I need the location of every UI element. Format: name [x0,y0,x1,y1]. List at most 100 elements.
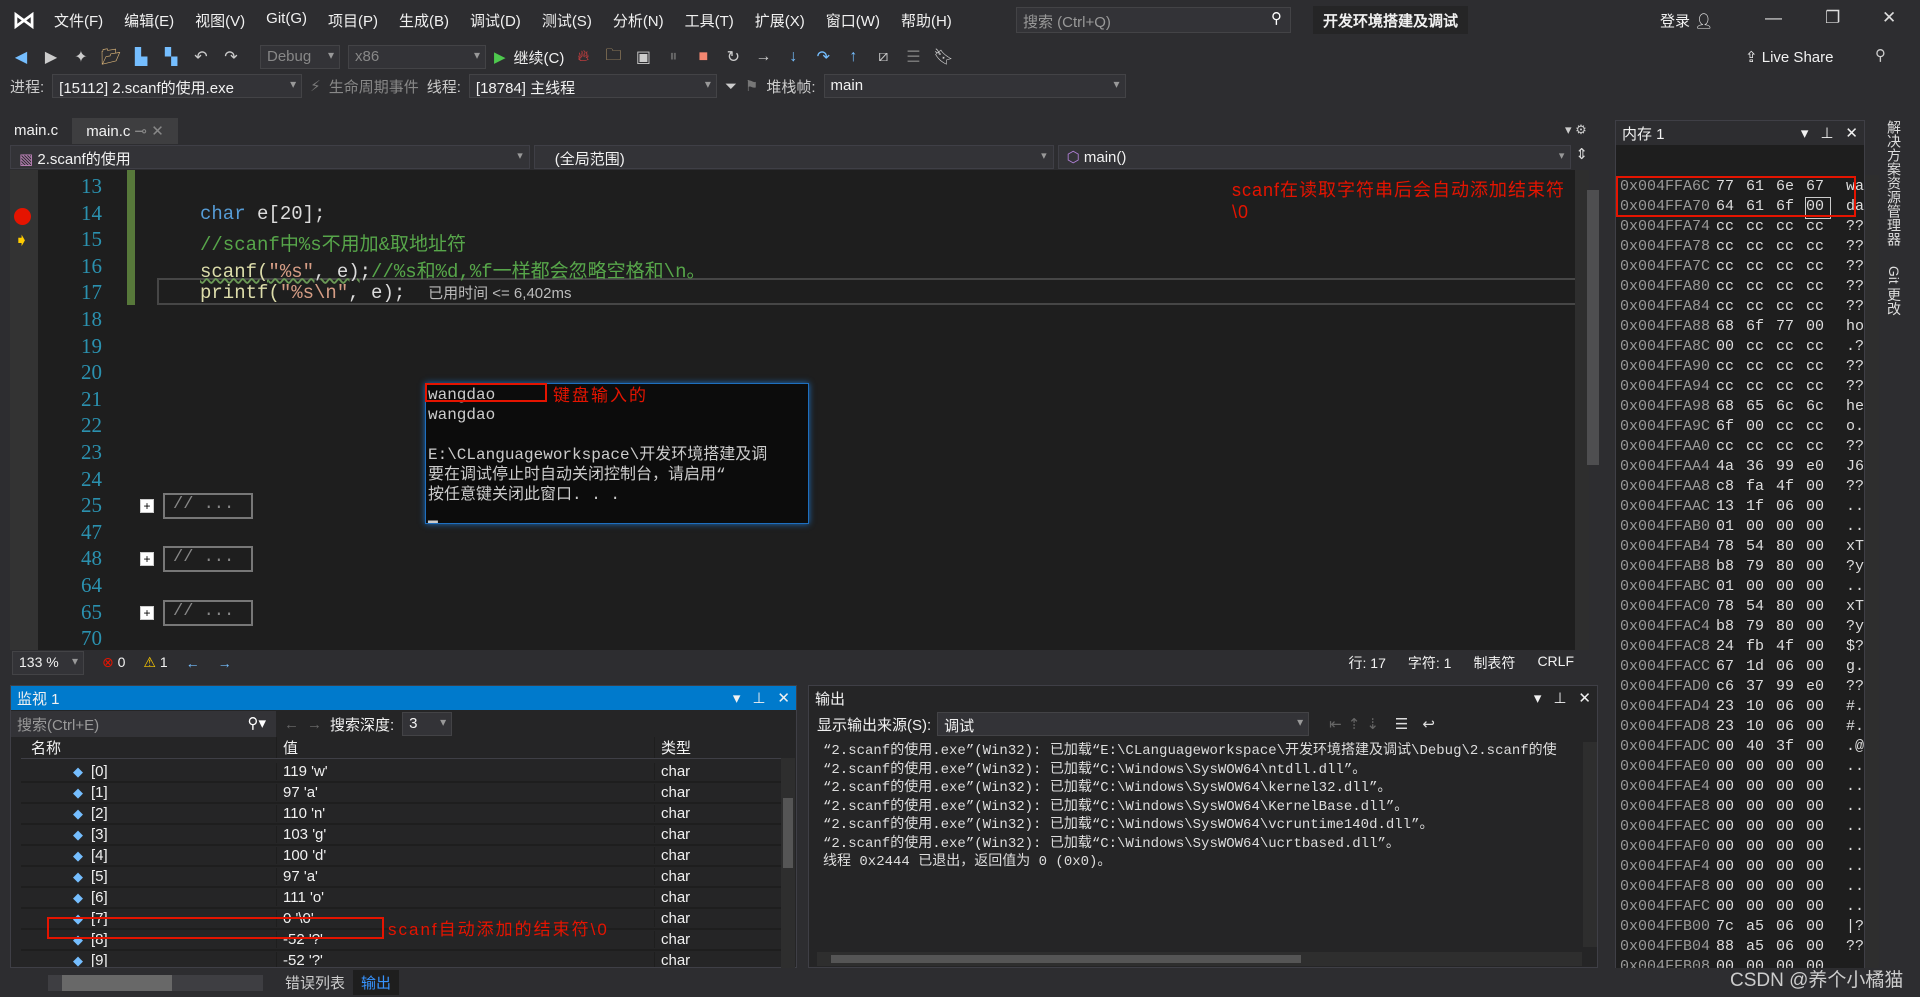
search-depth-select[interactable]: 3 [402,712,453,736]
memory-byte[interactable]: 10 [1746,698,1770,718]
project-dropdown[interactable]: ▧ 2.scanf的使用 [10,145,530,169]
memory-byte[interactable]: 00 [1716,878,1740,898]
show-next-statement-icon[interactable]: → [752,48,774,66]
line-ending[interactable]: CRLF [1537,653,1574,673]
watch-scroll-thumb[interactable] [783,798,793,868]
error-list-tab[interactable]: 错误列表 [277,970,353,995]
memory-byte[interactable]: 00 [1776,578,1800,598]
comment-icon[interactable]: ☰ [902,47,924,67]
memory-byte[interactable]: cc [1746,258,1770,278]
memory-byte[interactable]: cc [1716,258,1740,278]
stop-icon[interactable]: ■ [692,48,714,66]
memory-byte[interactable]: 00 [1776,518,1800,538]
memory-byte[interactable]: 00 [1746,518,1770,538]
watch-row[interactable]: ◆ [5] 97 'a' char [21,867,781,888]
flag-icon[interactable]: ⚑ [745,77,758,95]
memory-byte[interactable]: cc [1776,418,1800,438]
split-icon[interactable]: ⇕ [1575,145,1588,169]
collapsed-region[interactable]: // ... [163,546,253,573]
memory-byte[interactable]: 00 [1716,818,1740,838]
menu-item[interactable]: 生成(B) [399,10,449,31]
memory-byte[interactable]: 7c [1716,918,1740,938]
memory-byte[interactable]: 4f [1776,478,1800,498]
menu-item[interactable]: 调试(D) [470,10,521,31]
memory-byte[interactable]: 54 [1746,598,1770,618]
memory-byte[interactable]: cc [1776,298,1800,318]
git-changes-tab[interactable]: Git 更改 [1886,266,1902,316]
column-name[interactable]: 名称 [21,737,276,758]
memory-byte[interactable]: 68 [1716,398,1740,418]
memory-byte[interactable]: 00 [1716,858,1740,878]
memory-byte[interactable]: cc [1716,438,1740,458]
memory-byte[interactable]: 00 [1716,738,1740,758]
memory-byte[interactable]: cc [1806,298,1830,318]
tab-main-c[interactable]: main.c ⊸ ✕ [72,118,178,144]
memory-byte[interactable]: 00 [1806,718,1830,738]
find-in-files-icon[interactable]: 🗀 [602,44,624,71]
memory-byte[interactable]: 00 [1806,878,1830,898]
bookmark-icon[interactable]: 🔖︎ [932,47,954,67]
watch-row[interactable]: ◆ [4] 100 'd' char [21,846,781,867]
editor-scroll-thumb[interactable] [1587,190,1599,465]
expand-icon[interactable]: + [140,552,154,567]
close-icon[interactable]: ✕ [777,689,790,707]
memory-byte[interactable]: cc [1776,218,1800,238]
close-icon[interactable]: ✕ [1578,689,1591,707]
menu-item[interactable]: 分析(N) [613,10,664,31]
memory-byte[interactable]: 3f [1776,738,1800,758]
memory-byte[interactable]: 00 [1776,878,1800,898]
step-out-icon[interactable]: ↑ [842,48,864,66]
memory-byte[interactable]: 00 [1716,798,1740,818]
memory-byte[interactable]: 00 [1806,538,1830,558]
new-project-icon[interactable]: ✦ [70,47,92,67]
watch-scrollbar[interactable] [781,758,795,968]
zoom-select[interactable]: 133 % [12,650,84,675]
close-tab-icon[interactable]: ✕ [151,123,164,140]
memory-byte[interactable]: 00 [1806,578,1830,598]
next-issue-icon[interactable]: → [218,655,232,671]
memory-byte[interactable]: cc [1746,438,1770,458]
undo-icon[interactable]: ↶ [190,47,212,67]
platform-select[interactable]: x86 [348,45,486,69]
minimize-button[interactable]: — [1765,8,1782,28]
output-tab[interactable]: 输出 [353,970,400,995]
login-button[interactable]: 登录 👤︎ [1660,10,1713,31]
live-share-button[interactable]: ⇪ Live Share [1745,48,1833,66]
memory-byte[interactable]: 00 [1776,898,1800,918]
menu-item[interactable]: 测试(S) [542,10,592,31]
memory-byte[interactable]: 00 [1716,338,1740,358]
search-forward-icon[interactable]: → [307,716,322,733]
memory-byte[interactable]: 67 [1716,658,1740,678]
memory-byte[interactable]: 00 [1806,698,1830,718]
word-wrap-icon[interactable]: ↩ [1422,715,1435,733]
redo-icon[interactable]: ↷ [220,47,242,67]
memory-byte[interactable]: 00 [1806,658,1830,678]
memory-byte[interactable]: 65 [1746,398,1770,418]
memory-byte[interactable]: 00 [1806,778,1830,798]
memory-byte[interactable]: 06 [1776,918,1800,938]
memory-byte[interactable]: b8 [1716,558,1740,578]
memory-byte[interactable]: 00 [1806,598,1830,618]
memory-byte[interactable]: 00 [1806,618,1830,638]
memory-byte[interactable]: cc [1806,338,1830,358]
memory-byte[interactable]: 99 [1776,458,1800,478]
watch-row[interactable]: ◆ [6] 111 'o' char [21,888,781,909]
hot-reload-icon[interactable]: 🔥︎ [572,48,594,66]
menu-item[interactable]: 编辑(E) [124,10,174,31]
pin-icon[interactable]: ⊥ [1820,124,1833,142]
memory-byte[interactable]: 6c [1776,398,1800,418]
watch-row[interactable]: ◆ [1] 97 'a' char [21,783,781,804]
horizontal-scrollbar[interactable] [48,974,263,991]
memory-byte[interactable]: cc [1806,238,1830,258]
memory-byte[interactable]: e0 [1806,458,1830,478]
memory-byte[interactable]: 00 [1806,798,1830,818]
screenshot-icon[interactable]: ▣ [632,47,654,67]
output-hscroll-thumb[interactable] [831,955,1301,963]
previous-issue-icon[interactable]: ← [186,655,200,671]
memory-byte[interactable]: 00 [1776,838,1800,858]
memory-byte[interactable]: cc [1716,218,1740,238]
memory-byte[interactable]: 23 [1716,718,1740,738]
memory-byte[interactable]: cc [1746,338,1770,358]
memory-byte[interactable]: 00 [1806,818,1830,838]
memory-byte[interactable]: 06 [1776,698,1800,718]
